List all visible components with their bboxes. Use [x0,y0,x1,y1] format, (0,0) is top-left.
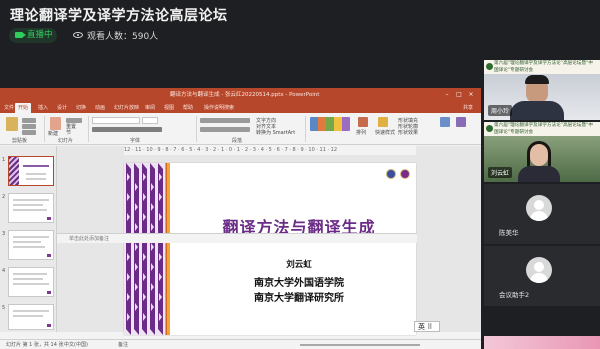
dictate-icon[interactable] [456,117,466,127]
tab-review[interactable]: 审阅 [145,103,155,113]
live-status-badge: 直播中 [9,28,57,43]
conference-logo-icon [486,125,493,132]
input-language-label: 英 [418,323,425,331]
list-buttons[interactable] [200,118,250,123]
slide-thumbnail[interactable]: 2 [2,193,54,223]
tab-help[interactable]: 帮助 [183,103,193,113]
group-slides: 幻灯片 [58,138,74,144]
tab-insert[interactable]: 插入 [38,103,48,113]
horizontal-ruler: 12 · 11 · 10 · 9 · 8 · 7 · 6 · 5 · 4 · 3… [124,146,416,155]
participant-panel: 第六届“理论翻译学及译学方法论”高层论坛暨“中国译论”专题研讨会 周小玲 第六届… [484,60,600,349]
slide-affiliation-1: 南京大学外国语学院 [254,278,344,289]
eye-icon [73,32,83,38]
minimize-icon[interactable]: – [441,88,453,102]
live-badge-label: 直播中 [27,30,53,40]
quick-styles-icon[interactable] [378,117,388,127]
section-label[interactable]: 节 [66,129,71,136]
tell-me-search[interactable]: 操作说明搜索 [204,103,234,113]
arrange-button[interactable]: 排列 [356,129,366,136]
notes-pane[interactable]: 单击此处添加备注 [57,233,417,243]
participant-shirt [510,101,564,120]
share-button[interactable]: 共享 [463,103,473,113]
tab-transitions[interactable]: 切换 [76,103,86,113]
ppt-title-bar: 翻译方法与翻译生成 - 张云红20220514.pptx - PowerPoin… [0,88,481,102]
new-slide-icon[interactable] [50,117,61,130]
tab-slideshow[interactable]: 幻灯片放映 [114,103,139,113]
slide-thumbnail[interactable]: 4 [2,267,54,297]
shapes-gallery[interactable] [310,117,350,131]
group-font: 字体 [130,138,141,144]
tab-view[interactable]: 视图 [164,103,174,113]
new-slide-label: 新建 [48,131,59,137]
close-icon[interactable]: × [465,88,477,102]
current-slide: 翻译方法与翻译生成 刘云虹 南京大学外国语学院 南京大学翻译研究所 [124,163,416,335]
university-seal-icon [386,169,396,179]
ppt-ribbon: 剪贴板 新建 重置 节 幻灯片 字体 文字方向 对齐文本 转换为 SmartAr… [0,113,481,145]
participant-tile-partial[interactable] [484,336,600,349]
language-status[interactable]: 中文(中国) [64,340,88,349]
smartart-button[interactable]: 转换为 SmartArt [256,129,295,136]
slide-decorative-pattern [124,163,170,335]
ribbon-divider [305,116,306,142]
camera-icon [15,32,26,38]
slide-count-status: 幻灯片 第 1 张，共 14 张 [6,342,64,348]
participant-tile-video[interactable]: 第六届“理论翻译学及译学方法论”高层论坛暨“中国译论”专题研讨会 刘云虹 [484,122,600,182]
font-size-select[interactable] [142,117,158,124]
cut-button[interactable] [22,118,36,123]
participant-name: 周小玲 [488,105,513,116]
participant-name: 刘云虹 [488,167,513,178]
avatar [526,257,552,283]
arrange-icon[interactable] [358,117,368,127]
group-paragraph: 段落 [232,138,243,144]
maximize-icon[interactable]: □ [453,88,465,102]
ribbon-divider [196,116,197,142]
conference-banner-text: 第六届“理论翻译学及译学方法论”高层论坛暨“中国译论”专题研讨会 [494,123,594,135]
tab-file[interactable]: 文件 [4,103,14,113]
participant-name: 陈美华 [499,229,519,237]
ppt-window-title: 翻译方法与翻译生成 - 张云红20220514.pptx - PowerPoin… [170,92,320,98]
quick-styles-button[interactable]: 快速样式 [375,129,395,136]
participant-name: 会议助手2 [499,291,530,299]
conference-banner: 第六届“理论翻译学及译学方法论”高层论坛暨“中国译论”专题研讨会 [484,122,600,136]
ribbon-divider [88,116,89,142]
participant-tile-avatar[interactable]: 陈美华 [484,184,600,244]
tab-animations[interactable]: 动画 [95,103,105,113]
group-clipboard: 剪贴板 [12,138,28,144]
ribbon-divider [44,116,45,142]
slide-thumbnail[interactable]: 1 [2,156,54,186]
notes-button[interactable]: 备注 [118,340,128,349]
viewer-count-label: 观看人数：590人 [87,32,159,42]
font-name-select[interactable] [92,117,140,124]
slide-thumbnail[interactable]: 5 [2,304,54,330]
tab-home[interactable]: 开始 [15,103,32,113]
slide-thumbnail[interactable]: 3 [2,230,54,260]
font-format-buttons[interactable] [92,127,162,132]
participant-tile-video[interactable]: 第六届“理论翻译学及译学方法论”高层论坛暨“中国译论”专题研讨会 周小玲 [484,60,600,120]
ime-icon: ⠿ [427,323,433,331]
find-icon[interactable] [440,117,450,127]
ppt-status-bar: 幻灯片 第 1 张，共 14 张 中文(中国) 备注 [0,339,481,349]
page-title: 理论翻译学及译学方法论高层论坛 [10,8,228,24]
paste-icon[interactable] [6,117,18,131]
avatar [526,195,552,221]
slide-affiliation-2: 南京大学翻译研究所 [254,293,344,304]
input-language-indicator[interactable]: 英 ⠿ [414,321,440,332]
slide-author: 刘云虹 [286,260,312,270]
meeting-window: 理论翻译学及译学方法论高层论坛 直播中 观看人数：590人 翻译方法与翻译生成 … [0,0,600,349]
align-buttons[interactable] [200,127,250,132]
ppt-ribbon-tabs: 文件 开始 插入 设计 切换 动画 幻灯片放映 审阅 视图 帮助 操作说明搜索 … [0,102,481,113]
conference-banner: 第六届“理论翻译学及译学方法论”高层论坛暨“中国译论”专题研讨会 [484,60,600,74]
slide-thumbnail-pane: 1 2 3 4 5 [0,146,57,332]
copy-button[interactable] [22,124,36,129]
zoom-slider[interactable] [300,344,420,346]
institute-seal-icon [400,169,410,179]
participant-tile-avatar[interactable]: 会议助手2 [484,246,600,306]
shape-effects-button[interactable]: 形状效果 [398,129,418,136]
tab-design[interactable]: 设计 [57,103,67,113]
format-painter-button[interactable] [22,130,36,135]
shared-powerpoint-window: 翻译方法与翻译生成 - 张云红20220514.pptx - PowerPoin… [0,88,481,349]
viewer-count: 观看人数：590人 [73,29,158,42]
conference-banner-text: 第六届“理论翻译学及译学方法论”高层论坛暨“中国译论”专题研讨会 [494,61,594,73]
conference-logo-icon [486,63,493,70]
